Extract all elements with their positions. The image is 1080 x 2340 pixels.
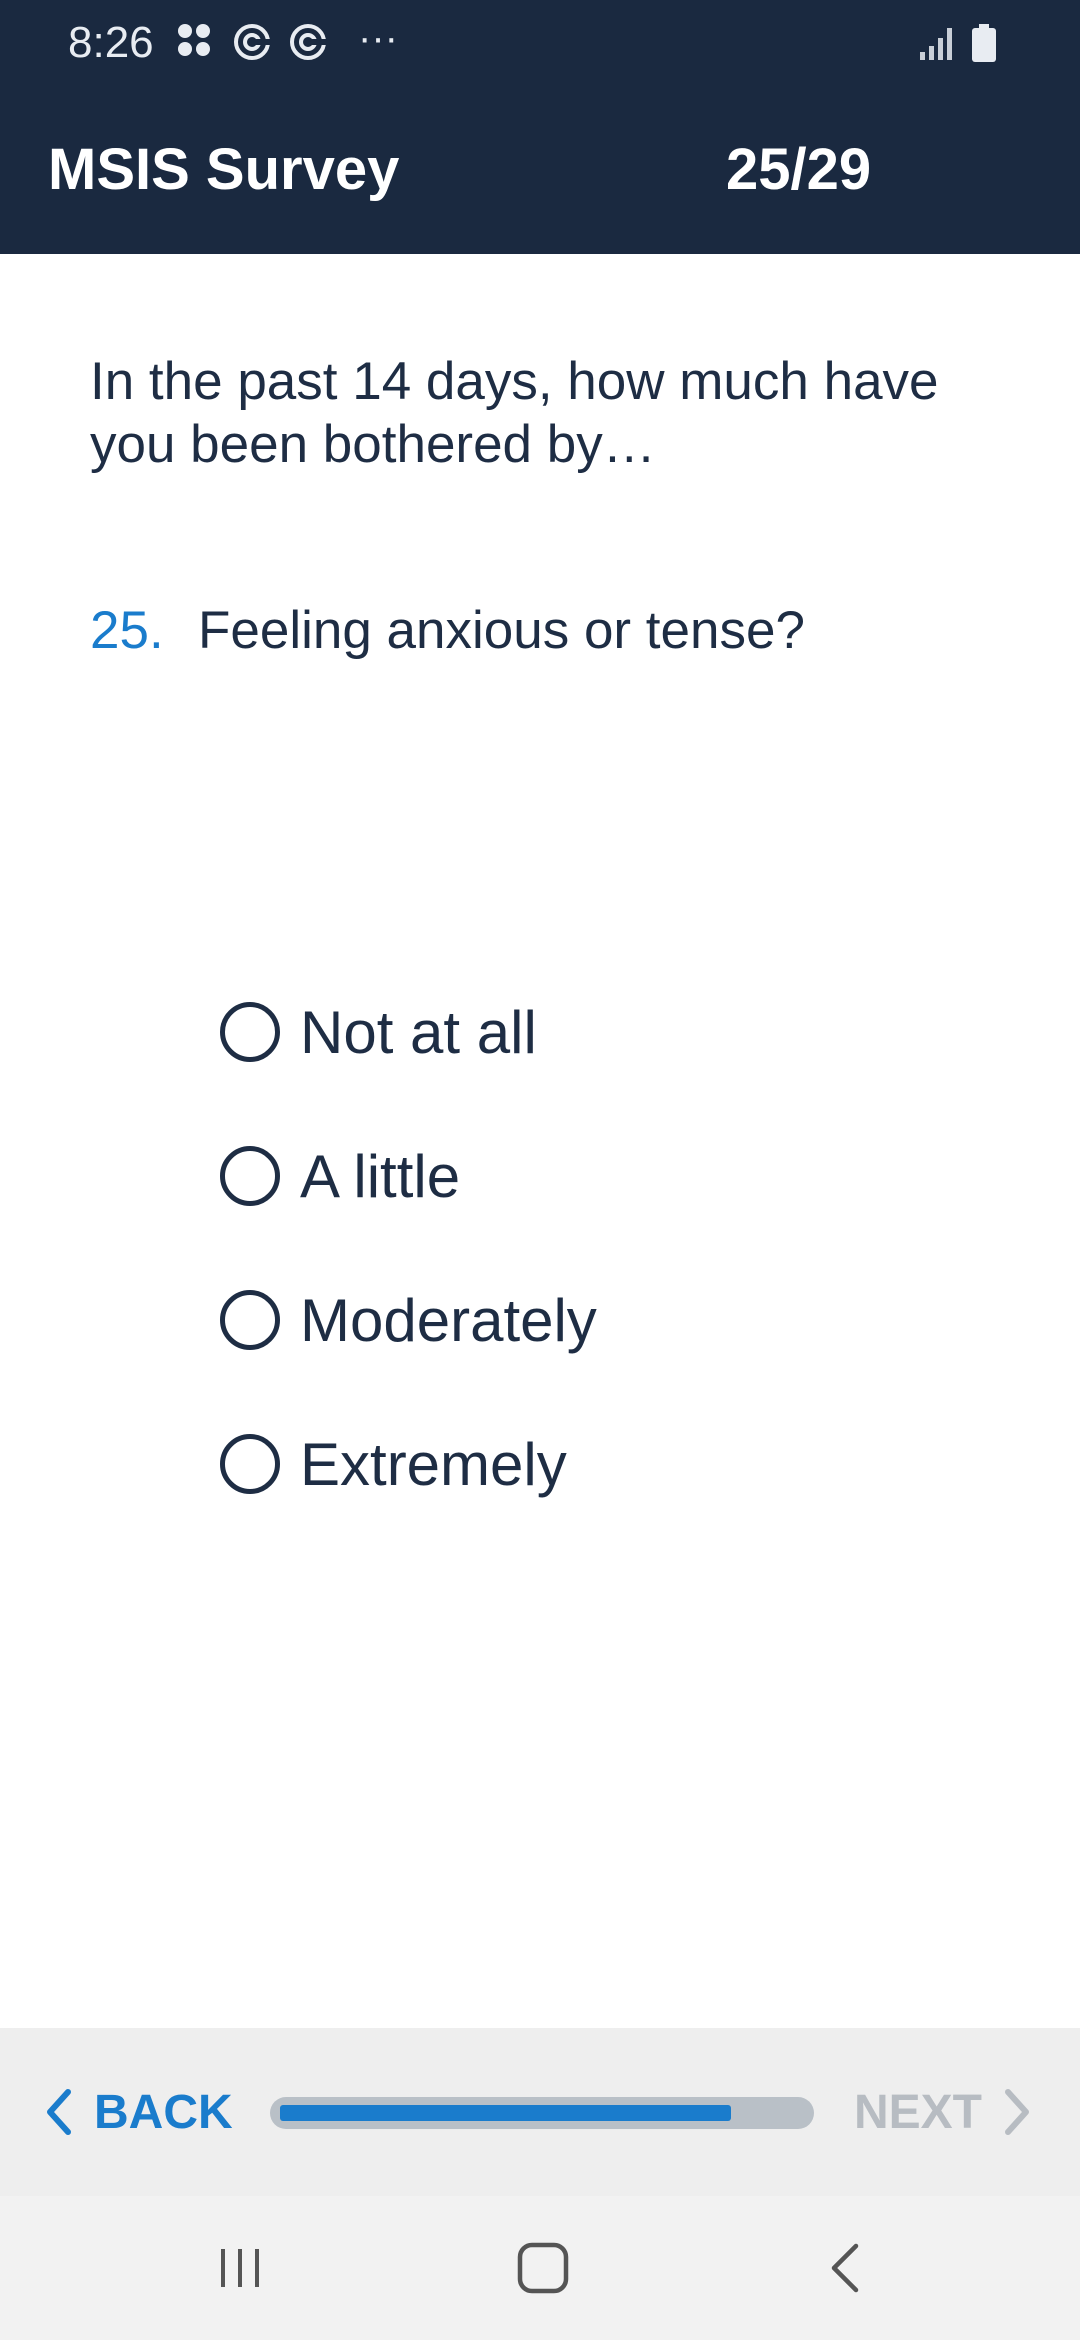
- chevron-right-icon: [1004, 2088, 1032, 2136]
- system-back-button[interactable]: [786, 2196, 906, 2340]
- back-label: BACK: [94, 2085, 233, 2139]
- page-title: MSIS Survey: [48, 137, 400, 202]
- option-label: A little: [300, 1142, 461, 1210]
- option-a-little[interactable]: A little: [220, 1104, 920, 1248]
- apps-icon: [176, 22, 212, 63]
- chevron-left-icon: [44, 2088, 72, 2136]
- question-text: Feeling anxious or tense?: [198, 601, 805, 660]
- option-extremely[interactable]: Extremely: [220, 1392, 920, 1536]
- home-button[interactable]: [483, 2196, 603, 2340]
- sync-icon: [288, 22, 328, 67]
- survey-progress-bar: [270, 2097, 814, 2129]
- home-icon: [517, 2242, 569, 2294]
- option-label: Moderately: [300, 1286, 597, 1354]
- status-time: 8:26: [68, 18, 154, 67]
- status-bar: 8:26 ···: [0, 0, 1080, 84]
- radio-button[interactable]: [220, 1146, 280, 1206]
- survey-screen: 8:26 ··· MSIS Survey 25/29 In the past 1…: [0, 0, 1080, 2340]
- radio-button[interactable]: [220, 1434, 280, 1494]
- option-label: Not at all: [300, 998, 537, 1066]
- system-back-icon: [831, 2243, 859, 2293]
- recent-apps-button[interactable]: [180, 2196, 300, 2340]
- recent-apps-icon: [221, 2249, 259, 2287]
- option-moderately[interactable]: Moderately: [220, 1248, 920, 1392]
- option-not-at-all[interactable]: Not at all: [220, 960, 920, 1104]
- system-status-icons: [916, 22, 1012, 62]
- intro-text: In the past 14 days, how much have you b…: [90, 352, 939, 474]
- answer-options: Not at all A little Moderately Extremely: [220, 960, 920, 1536]
- option-label: Extremely: [300, 1430, 567, 1498]
- radio-button[interactable]: [220, 1002, 280, 1062]
- more-dots-icon: ···: [358, 16, 398, 60]
- question: 25. Feeling anxious or tense?: [90, 600, 1010, 661]
- app-header: MSIS Survey 25/29: [0, 84, 1080, 254]
- next-label: NEXT: [853, 2085, 982, 2139]
- signal-battery-icon: [920, 24, 996, 62]
- next-button[interactable]: NEXT: [854, 2028, 1032, 2196]
- sync-icon: [232, 22, 272, 67]
- progress-fill: [280, 2105, 731, 2121]
- radio-button[interactable]: [220, 1290, 280, 1350]
- system-navigation-bar: [0, 2196, 1080, 2340]
- question-counter: 25/29: [726, 137, 872, 202]
- question-number: 25.: [90, 601, 164, 660]
- back-button[interactable]: BACK: [44, 2028, 233, 2196]
